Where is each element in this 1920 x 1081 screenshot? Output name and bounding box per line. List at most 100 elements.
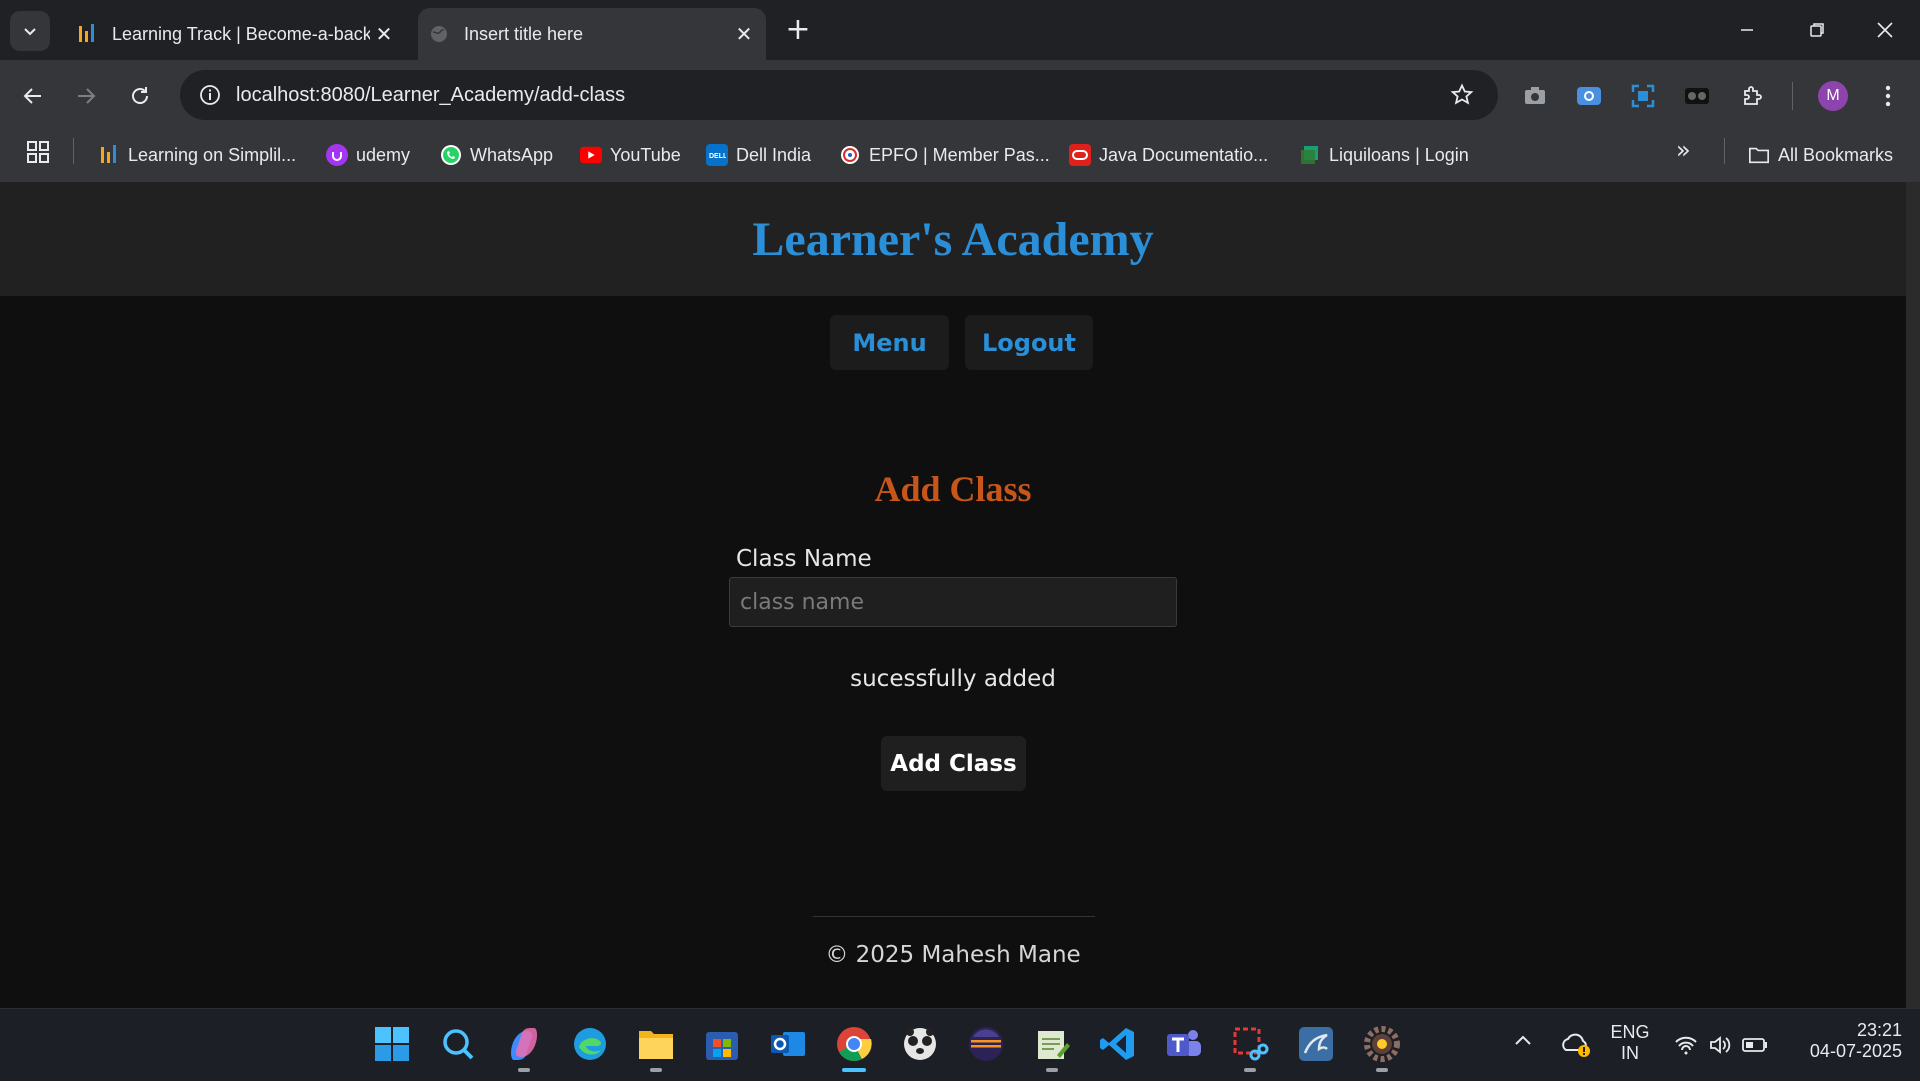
taskbar-notepad[interactable] <box>1028 1020 1076 1068</box>
bookmark-udemy[interactable]: udemy <box>326 138 410 172</box>
taskbar-chrome[interactable] <box>830 1020 878 1068</box>
close-window-button[interactable] <box>1860 10 1910 50</box>
vscode-icon <box>1100 1028 1134 1060</box>
taskbar-app-panda[interactable] <box>896 1020 944 1068</box>
bookmark-star-icon[interactable] <box>1442 83 1482 107</box>
logout-button[interactable]: Logout <box>965 315 1093 370</box>
reload-button[interactable] <box>120 76 160 116</box>
reload-icon <box>132 87 148 104</box>
onedrive-warning-icon[interactable] <box>1560 1030 1592 1060</box>
taskbar-snipping-tool[interactable] <box>1226 1020 1274 1068</box>
browser-menu-button[interactable] <box>1870 78 1906 114</box>
camera-icon <box>1525 87 1545 104</box>
eclipse-icon <box>969 1027 1003 1061</box>
bookmarks-divider <box>1724 138 1725 164</box>
oracle-icon <box>1069 144 1091 166</box>
whatsapp-icon <box>440 144 462 166</box>
taskbar-copilot[interactable] <box>500 1020 548 1068</box>
url-text: localhost:8080/Learner_Academy/add-class <box>236 83 626 106</box>
scissors-icon <box>1233 1027 1269 1061</box>
taskbar-eclipse[interactable] <box>962 1020 1010 1068</box>
more-bookmarks-chevron-icon[interactable]: » <box>1676 136 1702 166</box>
bookmark-liquiloans[interactable]: Liquiloans | Login <box>1299 138 1469 172</box>
dolphin-icon <box>1299 1027 1333 1061</box>
active-app-indicator <box>842 1068 866 1072</box>
simplilearn-icon <box>76 23 98 45</box>
minimize-icon <box>1741 29 1753 31</box>
folder-icon <box>639 1031 673 1059</box>
taskbar-teams[interactable] <box>1160 1020 1208 1068</box>
tab-insert-title[interactable]: Insert title here ✕ <box>418 8 766 60</box>
address-bar[interactable]: localhost:8080/Learner_Academy/add-class <box>180 70 1498 120</box>
windows-start-button[interactable] <box>368 1020 416 1068</box>
class-name-label: Class Name <box>736 546 872 572</box>
bookmarks-divider <box>73 138 74 164</box>
tab-learning-track[interactable]: Learning Track | Become-a-back ✕ <box>66 8 406 60</box>
clock[interactable]: 23:21 04-07-2025 <box>1790 1020 1902 1062</box>
back-button[interactable] <box>13 76 53 116</box>
owl-extension-button[interactable] <box>1679 78 1715 114</box>
footer-divider <box>813 916 1095 917</box>
page-scrollbar[interactable] <box>1906 182 1920 1008</box>
clock-time: 23:21 <box>1856 1020 1902 1040</box>
bookmark-youtube[interactable]: YouTube <box>580 138 681 172</box>
minimize-button[interactable] <box>1722 10 1772 50</box>
status-message: sucessfully added <box>850 666 1056 692</box>
add-class-button[interactable]: Add Class <box>881 736 1026 791</box>
bookmark-label: Liquiloans | Login <box>1329 144 1469 165</box>
bookmark-label: Learning on Simplil... <box>128 144 297 165</box>
taskbar-edge[interactable] <box>566 1020 614 1068</box>
running-indicator <box>1244 1068 1256 1072</box>
site-title: Learner's Academy <box>752 212 1154 266</box>
class-name-input[interactable] <box>729 577 1177 627</box>
teams-icon <box>1167 1030 1201 1056</box>
bookmark-java-docs[interactable]: Java Documentatio... <box>1069 138 1268 172</box>
bookmark-whatsapp[interactable]: WhatsApp <box>440 138 553 172</box>
bookmark-label: WhatsApp <box>470 144 554 165</box>
store-icon <box>706 1032 738 1060</box>
search-icon <box>443 1029 474 1060</box>
tab-search-button[interactable] <box>10 11 50 51</box>
taskbar-mysql-workbench[interactable] <box>1292 1020 1340 1068</box>
site-info-icon[interactable] <box>190 84 230 106</box>
taskbar-search-button[interactable] <box>434 1020 482 1068</box>
copilot-icon <box>511 1028 537 1060</box>
tab-close-icon[interactable]: ✕ <box>370 22 398 46</box>
input-language-indicator[interactable]: ENG IN <box>1606 1022 1654 1064</box>
taskbar-app-gear[interactable] <box>1358 1020 1406 1068</box>
bookmark-label: YouTube <box>610 144 681 165</box>
restore-icon <box>1810 23 1824 37</box>
outlook-icon <box>771 1032 805 1056</box>
bookmark-epfo[interactable]: EPFO | Member Pas... <box>839 138 1050 172</box>
taskbar-file-explorer[interactable] <box>632 1020 680 1068</box>
extensions-button[interactable] <box>1735 78 1771 114</box>
show-hidden-icons-button[interactable] <box>1512 1030 1540 1058</box>
menu-button[interactable]: Menu <box>830 315 949 370</box>
taskbar-vscode[interactable] <box>1094 1020 1142 1068</box>
quick-settings-button[interactable] <box>1674 1032 1770 1058</box>
tab-close-icon[interactable]: ✕ <box>730 22 758 46</box>
apps-grid-icon[interactable] <box>26 140 54 168</box>
arrow-right-icon <box>78 88 96 104</box>
close-icon <box>1877 22 1893 38</box>
taskbar-store[interactable] <box>698 1020 746 1068</box>
battery-icon <box>1742 1038 1767 1052</box>
capture-extension-button[interactable] <box>1625 78 1661 114</box>
taskbar-outlook[interactable] <box>764 1020 812 1068</box>
bookmark-dell[interactable]: DELL Dell India <box>706 138 811 172</box>
bookmark-label: Dell India <box>736 144 812 165</box>
profile-avatar[interactable]: M <box>1818 81 1848 111</box>
all-bookmarks-button[interactable]: All Bookmarks <box>1748 138 1893 172</box>
forward-button[interactable] <box>66 76 106 116</box>
screenshot-extension-button[interactable] <box>1517 78 1553 114</box>
tab-title: Learning Track | Become-a-back <box>112 23 370 44</box>
running-indicator <box>518 1068 530 1072</box>
restore-button[interactable] <box>1792 10 1842 50</box>
site-header: Learner's Academy <box>0 182 1906 296</box>
liquiloans-icon <box>1299 144 1321 166</box>
bookmark-simplilearn[interactable]: Learning on Simplil... <box>98 138 296 172</box>
new-tab-button[interactable]: + <box>780 12 816 48</box>
screen-recorder-extension-button[interactable] <box>1571 78 1607 114</box>
globe-icon <box>428 23 450 45</box>
running-indicator <box>650 1068 662 1072</box>
